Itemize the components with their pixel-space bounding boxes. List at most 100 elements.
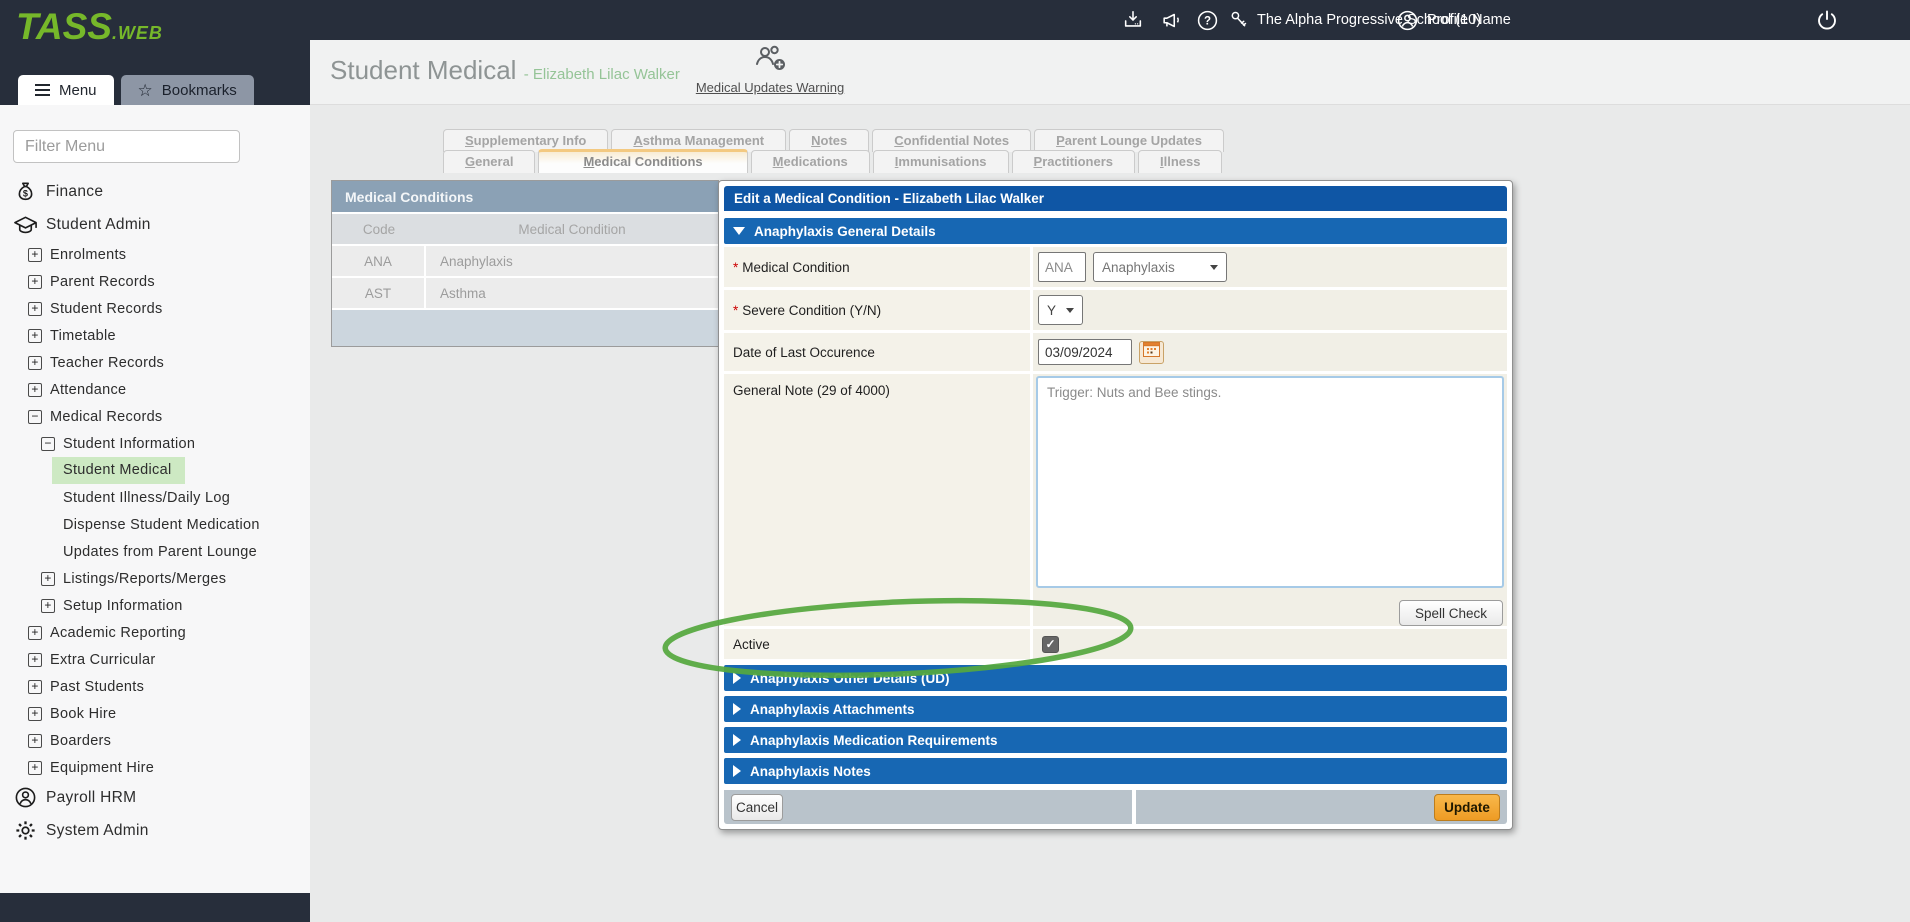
sidebar-item-extra-curricular[interactable]: +Extra Curricular: [0, 646, 310, 673]
filter-menu-input[interactable]: [13, 130, 240, 163]
spell-check-button[interactable]: Spell Check: [1399, 600, 1503, 626]
chevron-down-icon: [1210, 265, 1218, 270]
sidebar-item-dispense-student-medication[interactable]: Dispense Student Medication: [0, 511, 310, 538]
expand-icon[interactable]: +: [28, 383, 42, 397]
logo-main: TASS: [16, 6, 112, 47]
expand-icon[interactable]: +: [28, 329, 42, 343]
general-note-label: General Note (29 of 4000): [724, 374, 1030, 626]
section-anaphylaxis-other-details-ud[interactable]: Anaphylaxis Other Details (UD): [724, 665, 1507, 691]
sidebar-item-payroll-hrm[interactable]: Payroll HRM: [0, 781, 310, 814]
sidebar-item-label: Student Records: [50, 301, 163, 317]
medical-updates-warning-link[interactable]: Medical Updates Warning: [680, 80, 860, 95]
menu-tab[interactable]: Menu: [18, 75, 114, 105]
sidebar-item-teacher-records[interactable]: + Teacher Records: [0, 349, 310, 376]
tab-notes[interactable]: Notes: [789, 129, 869, 152]
medical-updates-warning[interactable]: Medical Updates Warning: [680, 44, 860, 95]
expand-icon[interactable]: +: [41, 599, 55, 613]
calendar-button[interactable]: [1139, 341, 1164, 364]
date-last-occurence-row: Date of Last Occurence: [724, 333, 1507, 371]
general-note-textarea[interactable]: Trigger: Nuts and Bee stings.: [1036, 376, 1504, 588]
date-input[interactable]: [1038, 339, 1132, 365]
sidebar-item-student-medical[interactable]: Student Medical: [0, 457, 310, 484]
condition-code-input[interactable]: [1038, 252, 1086, 282]
sidebar-item-student-illness-daily-log[interactable]: Student Illness/Daily Log: [0, 484, 310, 511]
sidebar-item-enrolments[interactable]: +Enrolments: [0, 241, 310, 268]
section-anaphylaxis-notes[interactable]: Anaphylaxis Notes: [724, 758, 1507, 784]
expand-icon[interactable]: +: [28, 248, 42, 262]
expand-icon[interactable]: +: [28, 356, 42, 370]
sidebar-item-boarders[interactable]: +Boarders: [0, 727, 310, 754]
help-button[interactable]: ?: [1196, 0, 1219, 40]
section-anaphylaxis-attachments[interactable]: Anaphylaxis Attachments: [724, 696, 1507, 722]
table-header-row: Code Medical Condition: [332, 212, 718, 244]
column-header-code[interactable]: Code: [332, 222, 426, 237]
profile-menu[interactable]: Profile Name: [1396, 0, 1511, 40]
sidebar-item-finance[interactable]: $Finance: [0, 175, 310, 208]
tass-logo[interactable]: TASS.WEB: [16, 8, 163, 45]
tab-illness[interactable]: Illness: [1138, 150, 1222, 173]
sidebar-item-student-admin[interactable]: Student Admin: [0, 208, 310, 241]
graduation-cap-icon: [12, 214, 38, 236]
sidebar-item-label: Student Medical: [52, 457, 185, 484]
expand-icon[interactable]: +: [28, 680, 42, 694]
severe-select[interactable]: Y: [1038, 295, 1083, 325]
sidebar-item-setup-information[interactable]: +Setup Information: [0, 592, 310, 619]
sidebar-item-label: Past Students: [50, 679, 144, 695]
sidebar-item-system-admin[interactable]: System Admin: [0, 814, 310, 847]
cell-condition: Anaphylaxis: [426, 254, 718, 269]
collapse-icon[interactable]: −: [41, 437, 55, 451]
table-footer-row: [332, 308, 718, 346]
update-button[interactable]: Update: [1434, 794, 1500, 821]
sidebar-item-academic-reporting[interactable]: +Academic Reporting: [0, 619, 310, 646]
sidebar-item-label: Parent Records: [50, 274, 155, 290]
sidebar-item-parent-records[interactable]: + Parent Records: [0, 268, 310, 295]
expand-icon[interactable]: +: [28, 707, 42, 721]
sidebar-item-student-information[interactable]: −Student Information: [0, 430, 310, 457]
announcements-button[interactable]: [1160, 0, 1183, 40]
expand-icon[interactable]: +: [28, 275, 42, 289]
tab-medical-conditions[interactable]: Medical Conditions: [538, 149, 747, 173]
sidebar-item-timetable[interactable]: +Timetable: [0, 322, 310, 349]
expand-icon[interactable]: +: [28, 653, 42, 667]
tab-medications[interactable]: Medications: [751, 150, 870, 173]
collapse-icon[interactable]: −: [28, 410, 42, 424]
section-general-details[interactable]: Anaphylaxis General Details: [724, 218, 1507, 244]
sidebar-item-updates-from-parent-lounge[interactable]: Updates from Parent Lounge: [0, 538, 310, 565]
spell-check-row: Spell Check: [1036, 600, 1504, 626]
cancel-button[interactable]: Cancel: [731, 794, 783, 821]
tab-general[interactable]: General: [443, 150, 535, 173]
tab-immunisations[interactable]: Immunisations: [873, 150, 1009, 173]
chevron-right-icon: [733, 734, 741, 746]
sidebar-item-book-hire[interactable]: +Book Hire: [0, 700, 310, 727]
active-checkbox[interactable]: ✓: [1042, 636, 1059, 653]
expand-icon[interactable]: +: [28, 626, 42, 640]
condition-select[interactable]: Anaphylaxis: [1093, 252, 1227, 282]
section-anaphylaxis-medication-requirements[interactable]: Anaphylaxis Medication Requirements: [724, 727, 1507, 753]
bookmarks-tab[interactable]: ☆ Bookmarks: [121, 75, 254, 105]
expand-icon[interactable]: +: [28, 302, 42, 316]
cell-code: ANA: [332, 246, 426, 276]
tab-practitioners[interactable]: Practitioners: [1012, 150, 1135, 173]
expand-icon[interactable]: +: [41, 572, 55, 586]
sidebar-item-student-records[interactable]: + Student Records: [0, 295, 310, 322]
table-row-ast[interactable]: ASTAsthma: [332, 276, 718, 308]
table-row-ana[interactable]: ANAAnaphylaxis: [332, 244, 718, 276]
sidebar-item-attendance[interactable]: +Attendance: [0, 376, 310, 403]
expand-icon[interactable]: +: [28, 734, 42, 748]
tab-confidential-notes[interactable]: Confidential Notes: [872, 129, 1031, 152]
expand-icon[interactable]: +: [28, 761, 42, 775]
column-header-condition[interactable]: Medical Condition: [426, 222, 718, 237]
download-button[interactable]: [1122, 0, 1144, 40]
section-label: Anaphylaxis Other Details (UD): [750, 671, 950, 686]
star-icon: ☆: [138, 82, 153, 99]
medical-conditions-table: Medical Conditions Code Medical Conditio…: [331, 180, 719, 347]
medical-condition-label: * Medical Condition: [724, 247, 1030, 287]
dialog-footer-right: Update: [1136, 790, 1507, 824]
sidebar-item-label: Teacher Records: [50, 355, 164, 371]
sidebar-item-past-students[interactable]: + Past Students: [0, 673, 310, 700]
sidebar-item-equipment-hire[interactable]: +Equipment Hire: [0, 754, 310, 781]
sidebar-item-medical-records[interactable]: −Medical Records: [0, 403, 310, 430]
logout-button[interactable]: [1815, 0, 1839, 40]
sidebar-item-listings-reports-merges[interactable]: +Listings/Reports/Merges: [0, 565, 310, 592]
tab-parent-lounge-updates[interactable]: Parent Lounge Updates: [1034, 129, 1224, 152]
